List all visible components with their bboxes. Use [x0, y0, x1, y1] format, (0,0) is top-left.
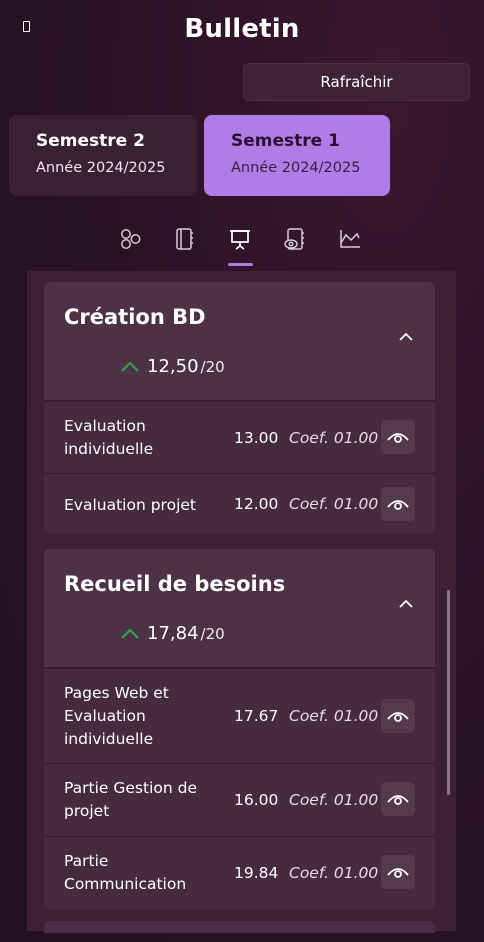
- evaluation-name: Partie Gestion de projet: [64, 779, 197, 820]
- eye-icon: [387, 712, 409, 722]
- semester-title: Semestre 1: [231, 131, 340, 151]
- evaluation-grade: 17.67: [234, 707, 279, 725]
- module-card: Recueil de besoins 17,84 /20 Pages Web e…: [44, 549, 435, 909]
- presentation-icon[interactable]: [227, 226, 253, 252]
- view-button[interactable]: [381, 420, 415, 454]
- evaluation-grade: 16.00: [234, 791, 279, 809]
- grade-row: Partie Communication 19.84 Coef. 01.00: [44, 836, 435, 909]
- trend-up-icon: [121, 361, 139, 372]
- chart-icon[interactable]: [337, 226, 363, 252]
- refresh-button[interactable]: Rafraîchir: [243, 63, 470, 101]
- evaluation-coef: Coef. 01.00: [289, 429, 379, 447]
- evaluation-name: Evaluation individuelle: [64, 417, 154, 458]
- semester-1-tab[interactable]: Semestre 1 Année 2024/2025: [204, 115, 390, 196]
- view-button[interactable]: [381, 699, 415, 733]
- module-average: 12,50 /20: [121, 356, 225, 377]
- eye-icon: [387, 868, 409, 878]
- grade-row: Evaluation projet 12.00 Coef. 01.00: [44, 473, 435, 533]
- notebook-eye-icon[interactable]: [282, 226, 308, 252]
- evaluation-name: Evaluation projet: [64, 496, 196, 514]
- view-button[interactable]: [381, 487, 415, 521]
- trend-up-icon: [121, 628, 139, 639]
- semester-year: Année 2024/2025: [36, 160, 166, 176]
- eye-icon: [387, 500, 409, 510]
- evaluation-grade: 13.00: [234, 429, 279, 447]
- average-denominator: /20: [200, 358, 225, 376]
- eye-icon: [387, 433, 409, 443]
- evaluation-coef: Coef. 01.00: [289, 495, 379, 513]
- nav-icon-bar: [0, 226, 484, 268]
- next-module-card: [44, 921, 435, 933]
- view-button[interactable]: [381, 855, 415, 889]
- scrollbar[interactable]: [447, 590, 450, 795]
- evaluation-coef: Coef. 01.00: [289, 707, 379, 725]
- semester-year: Année 2024/2025: [231, 160, 361, 176]
- average-value: 12,50: [147, 356, 199, 377]
- active-tab-indicator: [228, 263, 253, 266]
- grade-row: Pages Web et Evaluation individuelle 17.…: [44, 668, 435, 763]
- evaluation-name: Partie Communication: [64, 852, 187, 893]
- evaluation-coef: Coef. 01.00: [289, 791, 379, 809]
- semester-2-tab[interactable]: Semestre 2 Année 2024/2025: [9, 115, 197, 196]
- grade-row: Evaluation individuelle 13.00 Coef. 01.0…: [44, 401, 435, 473]
- evaluation-name: Pages Web et Evaluation individuelle: [64, 684, 169, 748]
- evaluation-grade: 19.84: [234, 864, 279, 882]
- evaluation-grade: 12.00: [234, 495, 279, 513]
- module-header[interactable]: Création BD 12,50 /20: [44, 282, 435, 401]
- average-denominator: /20: [200, 625, 225, 643]
- module-average: 17,84 /20: [121, 623, 225, 644]
- chevron-up-icon[interactable]: [399, 599, 413, 609]
- average-value: 17,84: [147, 623, 199, 644]
- module-title: Création BD: [64, 305, 206, 329]
- module-card: Création BD 12,50 /20 Evaluation individ…: [44, 282, 435, 533]
- view-button[interactable]: [381, 782, 415, 816]
- modules-icon[interactable]: [118, 226, 144, 252]
- page-title: Bulletin: [184, 14, 300, 44]
- module-header[interactable]: Recueil de besoins 17,84 /20: [44, 549, 435, 668]
- module-title: Recueil de besoins: [64, 572, 286, 596]
- evaluation-coef: Coef. 01.00: [289, 864, 379, 882]
- eye-icon: [387, 795, 409, 805]
- semester-title: Semestre 2: [36, 131, 145, 151]
- notebook-icon[interactable]: [172, 226, 198, 252]
- chevron-up-icon[interactable]: [399, 332, 413, 342]
- grade-row: Partie Gestion de projet 16.00 Coef. 01.…: [44, 763, 435, 836]
